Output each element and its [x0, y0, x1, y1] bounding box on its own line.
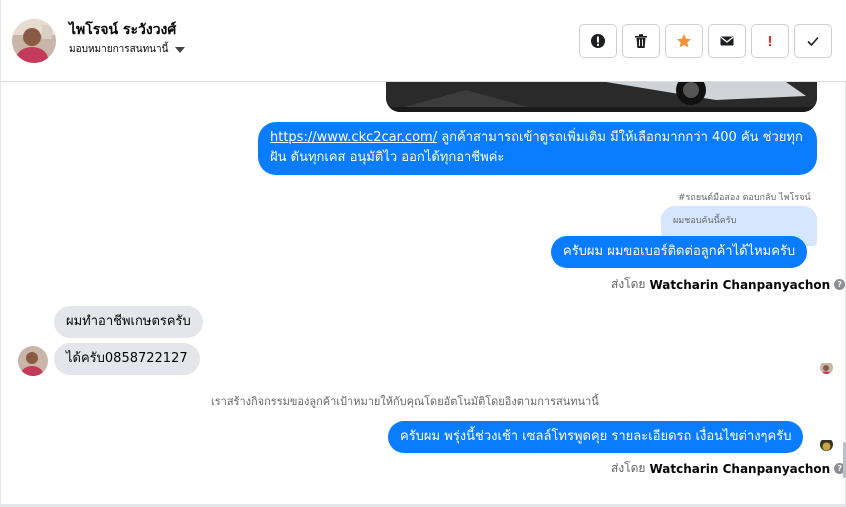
info-icon[interactable]: ? [834, 279, 846, 290]
system-notice: เราสร้างกิจกรรมของลูกค้าเป้าหมายให้กับคุ… [211, 395, 599, 408]
message-text: ได้ครับ0858722127 [66, 351, 188, 366]
sent-by-name: Watcharin Chanpanyachon [649, 461, 831, 476]
sent-by-label: ส่งโดย Watcharin Chanpanyachon ? [611, 275, 846, 294]
incoming-message[interactable]: ผมทำอาชีพเกษตรครับ [54, 306, 203, 338]
important-icon: ! [767, 32, 773, 50]
sent-by-name: Watcharin Chanpanyachon [649, 277, 831, 292]
chevron-down-icon [175, 46, 186, 53]
trash-icon [635, 34, 647, 48]
sender-avatar [820, 438, 833, 451]
mark-done-button[interactable] [794, 24, 832, 58]
sent-by-prefix: ส่งโดย [611, 461, 646, 475]
contact-avatar-small[interactable] [18, 346, 48, 376]
assign-label: มอบหมายการสนทนานี้ [69, 44, 169, 55]
mark-unread-button[interactable] [708, 24, 746, 58]
message-text: ผมทำอาชีพเกษตรครับ [66, 314, 191, 329]
message-text: ลูกค้าสามารถเข้าดูรถเพิ่มเติม มีให้เลือก… [437, 130, 803, 145]
conversation-window: ไพโรจน์ ระวังวงศ์ มอบหมายการสนทนานี้ ! h… [0, 0, 846, 507]
delete-button[interactable] [622, 24, 660, 58]
mark-important-button[interactable]: ! [751, 24, 789, 58]
message-text: ครับผม พรุ่งนี้ช่วงเช้า เซลล์โทรพูดคุย ร… [400, 429, 792, 444]
sent-by-label: ส่งโดย Watcharin Chanpanyachon ? [611, 459, 846, 478]
outgoing-message[interactable]: https://www.ckc2car.com/ ลูกค้าสามารถเข้… [258, 122, 817, 175]
outgoing-message[interactable]: ครับผม พรุ่งนี้ช่วงเช้า เซลล์โทรพูดคุย ร… [388, 421, 804, 453]
conversation-actions: ! [579, 24, 832, 58]
sent-by-prefix: ส่งโดย [611, 277, 646, 291]
contact-avatar[interactable] [12, 19, 56, 63]
message-link[interactable]: https://www.ckc2car.com/ [270, 130, 437, 145]
star-button[interactable] [665, 24, 703, 58]
mark-spam-button[interactable] [579, 24, 617, 58]
read-receipt-avatar [820, 361, 833, 374]
car-photo-attachment[interactable] [386, 82, 817, 112]
message-text: ครับผม ผมขอเบอร์ติดต่อลูกค้าได้ไหมครับ [563, 244, 796, 259]
assign-conversation-dropdown[interactable]: มอบหมายการสนทนานี้ [69, 42, 186, 57]
spam-icon [591, 34, 605, 48]
conversation-header: ไพโรจน์ ระวังวงศ์ มอบหมายการสนทนานี้ ! [1, 0, 846, 82]
outgoing-message[interactable]: ครับผม ผมขอเบอร์ติดต่อลูกค้าได้ไหมครับ [551, 236, 808, 268]
message-text: ฝัน ดันทุกเคส อนุมัติไว ออกได้ทุกอาชีพค่… [270, 150, 505, 165]
contact-name: ไพโรจน์ ระวังวงศ์ [69, 22, 177, 38]
message-feed[interactable]: https://www.ckc2car.com/ ลูกค้าสามารถเข้… [1, 82, 846, 507]
check-icon [807, 36, 819, 47]
mail-icon [720, 36, 734, 46]
reply-meta: #รถยนต์มือสอง ตอบกลับ ไพโรจน์ [678, 193, 811, 203]
star-icon [677, 34, 691, 48]
incoming-message[interactable]: ได้ครับ0858722127 [54, 343, 200, 375]
